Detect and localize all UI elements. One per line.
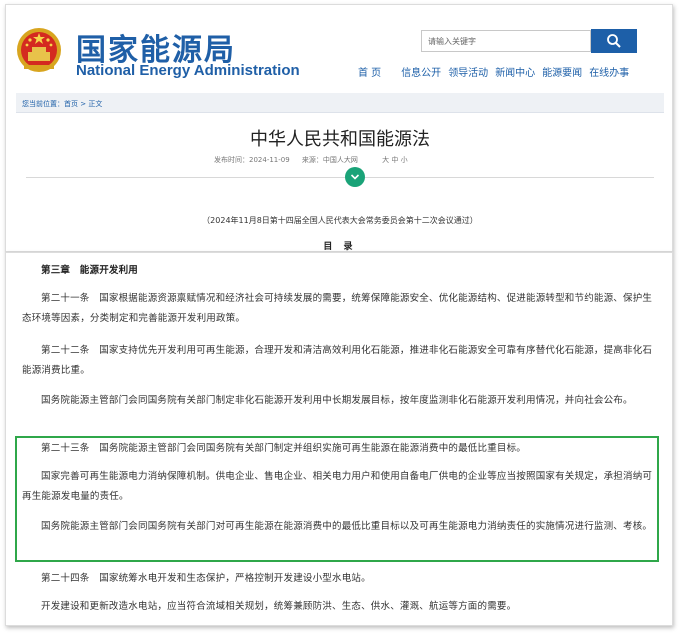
article-paragraph: 第二十四条 国家统筹水电开发和生态保护，严格控制开发建设小型水电站。 xyxy=(41,573,371,584)
site-header: 国家能源局 National Energy Administration 请输入… xyxy=(6,5,672,91)
toc-heading[interactable]: 目 录 xyxy=(16,239,664,251)
chevron-down-icon xyxy=(350,174,360,180)
article-paragraph: 开发建设和更新改造水电站，应当符合流域相关规划，统筹兼顾防洪、生态、供水、灌溉、… xyxy=(41,601,517,612)
nav-item-news-center[interactable]: 新闻中心 xyxy=(495,64,535,79)
highlight-box xyxy=(15,436,659,562)
adoption-note: （2024年11月8日第十四届全国人民代表大会常务委员会第十二次会议通过） xyxy=(202,216,478,225)
article-source: 来源：中国人大网 xyxy=(301,156,358,164)
search-button[interactable] xyxy=(591,29,637,53)
article-meta: 发布时间：2024-11-09 来源：中国人大网 大 中 小 xyxy=(214,155,418,165)
chapter-heading: 第三章 能源开发利用 xyxy=(41,265,139,276)
main-nav: 首 页 信息公开 领导活动 新闻中心 能源要闻 在线办事 xyxy=(358,64,636,79)
article-paragraph: 国务院能源主管部门会同国务院有关部门制定非化石能源开发利用中长期发展目标，按年度… xyxy=(41,395,633,406)
divider xyxy=(26,177,654,178)
page-title: 中华人民共和国能源法 xyxy=(250,129,430,150)
search-icon xyxy=(607,34,621,48)
nav-item-info-disclosure[interactable]: 信息公开 xyxy=(401,64,441,79)
nav-item-online-services[interactable]: 在线办事 xyxy=(589,64,629,79)
article-paragraph: 第二十二条 国家支持优先开发利用可再生能源，合理开发和清洁高效利用化石能源，推进… xyxy=(22,345,653,376)
publish-time: 发布时间：2024-11-09 xyxy=(214,156,290,164)
breadcrumb[interactable]: 您当前位置：首页 > 正文 xyxy=(16,93,664,113)
site-header-screenshot: 国家能源局 National Energy Administration 请输入… xyxy=(5,4,673,252)
nav-item-home[interactable]: 首 页 xyxy=(358,64,381,79)
nav-item-energy-news[interactable]: 能源要闻 xyxy=(542,64,582,79)
article-header: 中华人民共和国能源法 发布时间：2024-11-09 来源：中国人大网 大 中 … xyxy=(16,113,664,251)
expand-toggle-button[interactable] xyxy=(345,167,365,187)
font-size-switch[interactable]: 大 中 小 xyxy=(382,156,407,164)
national-emblem-icon xyxy=(17,28,61,72)
nav-item-leadership[interactable]: 领导活动 xyxy=(448,64,488,79)
article-paragraph: 第二十一条 国家根据能源资源禀赋情况和经济社会可持续发展的需要，统筹保障能源安全… xyxy=(22,293,653,324)
search-input[interactable]: 请输入关键字 xyxy=(421,30,591,52)
brand-title-en[interactable]: National Energy Administration xyxy=(76,62,300,79)
article-body-screenshot: 第三章 能源开发利用 第二十一条 国家根据能源资源禀赋情况和经济社会可持续发展的… xyxy=(5,252,673,626)
